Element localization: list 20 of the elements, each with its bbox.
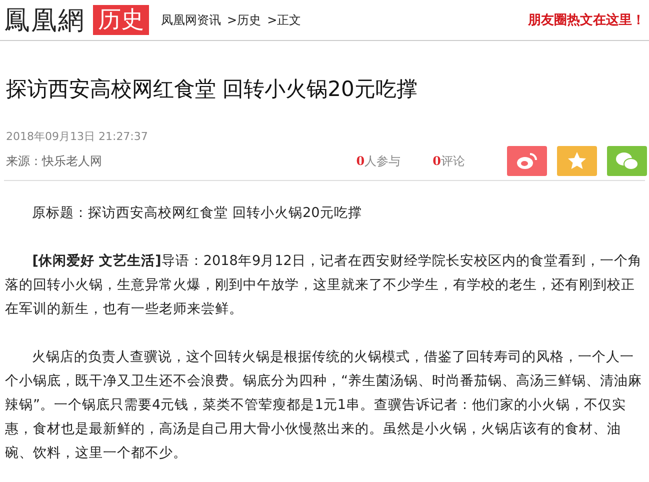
breadcrumb-link[interactable]: >正文 bbox=[267, 12, 302, 28]
share-button[interactable] bbox=[607, 146, 647, 176]
participant-count[interactable]: 0人参与 bbox=[356, 152, 401, 170]
breadcrumb-link[interactable]: >历史 bbox=[227, 12, 262, 28]
share-button[interactable] bbox=[557, 146, 597, 176]
breadcrumb-link[interactable]: 凤凰网资讯 bbox=[161, 12, 221, 28]
star-icon bbox=[567, 151, 587, 171]
channel-badge[interactable]: 历史 bbox=[93, 5, 149, 35]
promo-link[interactable]: 朋友圈热文在这里！ bbox=[528, 11, 645, 29]
site-logo[interactable]: 鳳凰網 bbox=[4, 2, 85, 38]
weibo-icon bbox=[516, 152, 538, 170]
comment-count[interactable]: 0评论 bbox=[432, 152, 465, 170]
paragraph: 火锅店的负责人查骥说，这个回转火锅是根据传统的火锅模式，借鉴了回转寿司的风格，一个人一个小锅底，既干净又卫生还不会浪费。锅底分为四种，“养生菌汤锅、时尚番茄锅、高汤三鲜锅、清油麻辣锅”。一个锅底只需要4元钱，菜类不管荤瘦都是1元1串。查骥告诉记者：他们家的小火锅，不仅实惠，食材也是最新鲜的，高汤是自己用大骨小伙慢熬出来的。虽然是小火锅，火锅店该有的食材、油碗、饮料，这里一个都不少。 bbox=[5, 348, 644, 463]
article-title: 探访西安高校网红食堂 回转小火锅20元吃撑 bbox=[6, 76, 418, 103]
article-source: 来源：快乐老人网 bbox=[6, 152, 102, 170]
paragraph: 原标题：探访西安高校网红食堂 回转小火锅20元吃撑 bbox=[31, 204, 363, 223]
share-button[interactable] bbox=[507, 146, 547, 176]
paragraph: [休闲爱好 文艺生活]导语：2018年9月12日，记者在西安财经学院长安校区内的食堂看到，一个角落的回转小火锅，生意异常火爆，刚到中午放学，这里就来了不少学生，有学校的老生，还有刚到校正在军训的新生，也有一些老师来尝鲜。 bbox=[5, 252, 643, 319]
wechat-icon bbox=[615, 151, 639, 171]
publish-date: 2018年09月13日 21:27:37 bbox=[6, 129, 149, 144]
